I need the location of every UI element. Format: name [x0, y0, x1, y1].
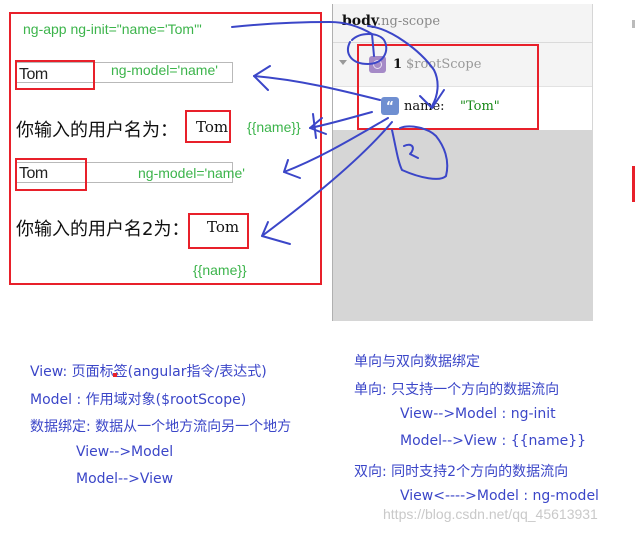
- handwritten-2: [403, 143, 419, 159]
- red-dot: [113, 373, 117, 377]
- arrow-to-input-1: [253, 75, 381, 101]
- circle-scope-icon: [347, 33, 388, 65]
- arrow-body-to-name: [367, 25, 439, 107]
- note-view: View: 页面标签(angular指令/表达式): [30, 364, 267, 380]
- note-binding: 数据绑定: 数据从一个地方流向另一个地方: [30, 419, 292, 435]
- note-one-way: 单向: 只支持一个方向的数据流向: [354, 382, 560, 398]
- note-one-way-init: View-->Model : ng-init: [400, 406, 556, 422]
- note-one-way-expression: Model-->View : {{name}}: [400, 433, 587, 449]
- note-two-way-model: View<---->Model : ng-model: [400, 488, 599, 504]
- note-model-to-view: Model-->View: [76, 471, 174, 487]
- note-binding-title: 单向与双向数据绑定: [354, 354, 480, 370]
- watermark: https://blog.csdn.net/qq_45613931: [383, 506, 598, 522]
- note-view-to-model: View-->Model: [76, 444, 174, 460]
- note-two-way: 双向: 同时支持2个方向的数据流向: [354, 464, 569, 480]
- note-model: Model : 作用域对象($rootScope): [30, 392, 247, 408]
